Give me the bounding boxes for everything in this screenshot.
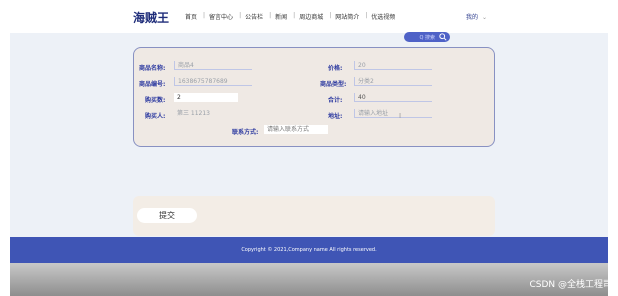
nav-separator: | [269, 12, 272, 19]
nav-separator: | [329, 12, 332, 19]
text-cursor-icon: I [399, 112, 402, 120]
search-box[interactable]: Q 搜索 [404, 32, 450, 42]
nav-bulletin[interactable]: 公告栏 [245, 12, 263, 21]
nav-separator: | [293, 12, 296, 19]
label-buyer: 购买人: [145, 113, 166, 120]
label-product-code: 商品编号: [139, 81, 166, 88]
nav-message-center[interactable]: 留言中心 [209, 12, 233, 21]
label-address: 地址: [328, 113, 343, 120]
user-menu-label: 我的 [466, 14, 479, 21]
search-icon[interactable] [439, 33, 447, 41]
watermark: CSDN @全栈工程司 [529, 280, 612, 290]
nav-about[interactable]: 网站简介 [335, 12, 359, 21]
input-price[interactable]: 20 [354, 61, 432, 70]
nav-separator: | [365, 12, 368, 19]
input-total[interactable]: 40 [354, 93, 432, 102]
nav-videos[interactable]: 优选视频 [371, 12, 395, 21]
nav-mall[interactable]: 周边商城 [299, 12, 323, 21]
top-navigation: 海贼王 首页 | 留言中心 | 公告栏 | 新闻 | 周边商城 | 网站简介 |… [0, 0, 618, 33]
label-price: 价格: [328, 65, 343, 72]
input-product-category[interactable]: 分类2 [354, 77, 432, 86]
label-product-category: 商品类型: [320, 81, 347, 88]
nav-separator: | [239, 12, 242, 19]
footer: Copyright © 2021,Company name All rights… [10, 237, 608, 263]
input-product-code[interactable]: 1638675787689 [174, 77, 252, 86]
nav-separator: | [203, 12, 206, 19]
nav-home[interactable]: 首页 [185, 12, 197, 21]
input-buyer[interactable]: 第三 11213 [174, 109, 252, 118]
copyright-text: Copyright © 2021,Company name All rights… [241, 247, 377, 253]
user-menu[interactable]: 我的 ⌄ [466, 12, 487, 21]
label-total: 合计: [328, 97, 343, 104]
site-logo[interactable]: 海贼王 [133, 9, 169, 26]
label-product-name: 商品名称: [139, 65, 166, 72]
main-nav: 首页 | 留言中心 | 公告栏 | 新闻 | 周边商城 | 网站简介 | 优选视… [185, 12, 401, 21]
label-quantity: 购买数: [145, 97, 166, 104]
bottom-bar [10, 263, 608, 296]
chevron-down-icon: ⌄ [482, 14, 488, 21]
search-placeholder: Q 搜索 [419, 34, 435, 41]
input-product-name[interactable]: 商品4 [174, 61, 252, 70]
input-address[interactable]: 请输入地址 [354, 109, 432, 118]
input-quantity[interactable]: 2 [174, 93, 238, 102]
submit-button[interactable]: 提交 [137, 208, 197, 223]
nav-news[interactable]: 新闻 [275, 12, 287, 21]
input-contact[interactable]: 请输入联系方式 [264, 125, 328, 134]
label-contact: 联系方式: [232, 129, 259, 136]
